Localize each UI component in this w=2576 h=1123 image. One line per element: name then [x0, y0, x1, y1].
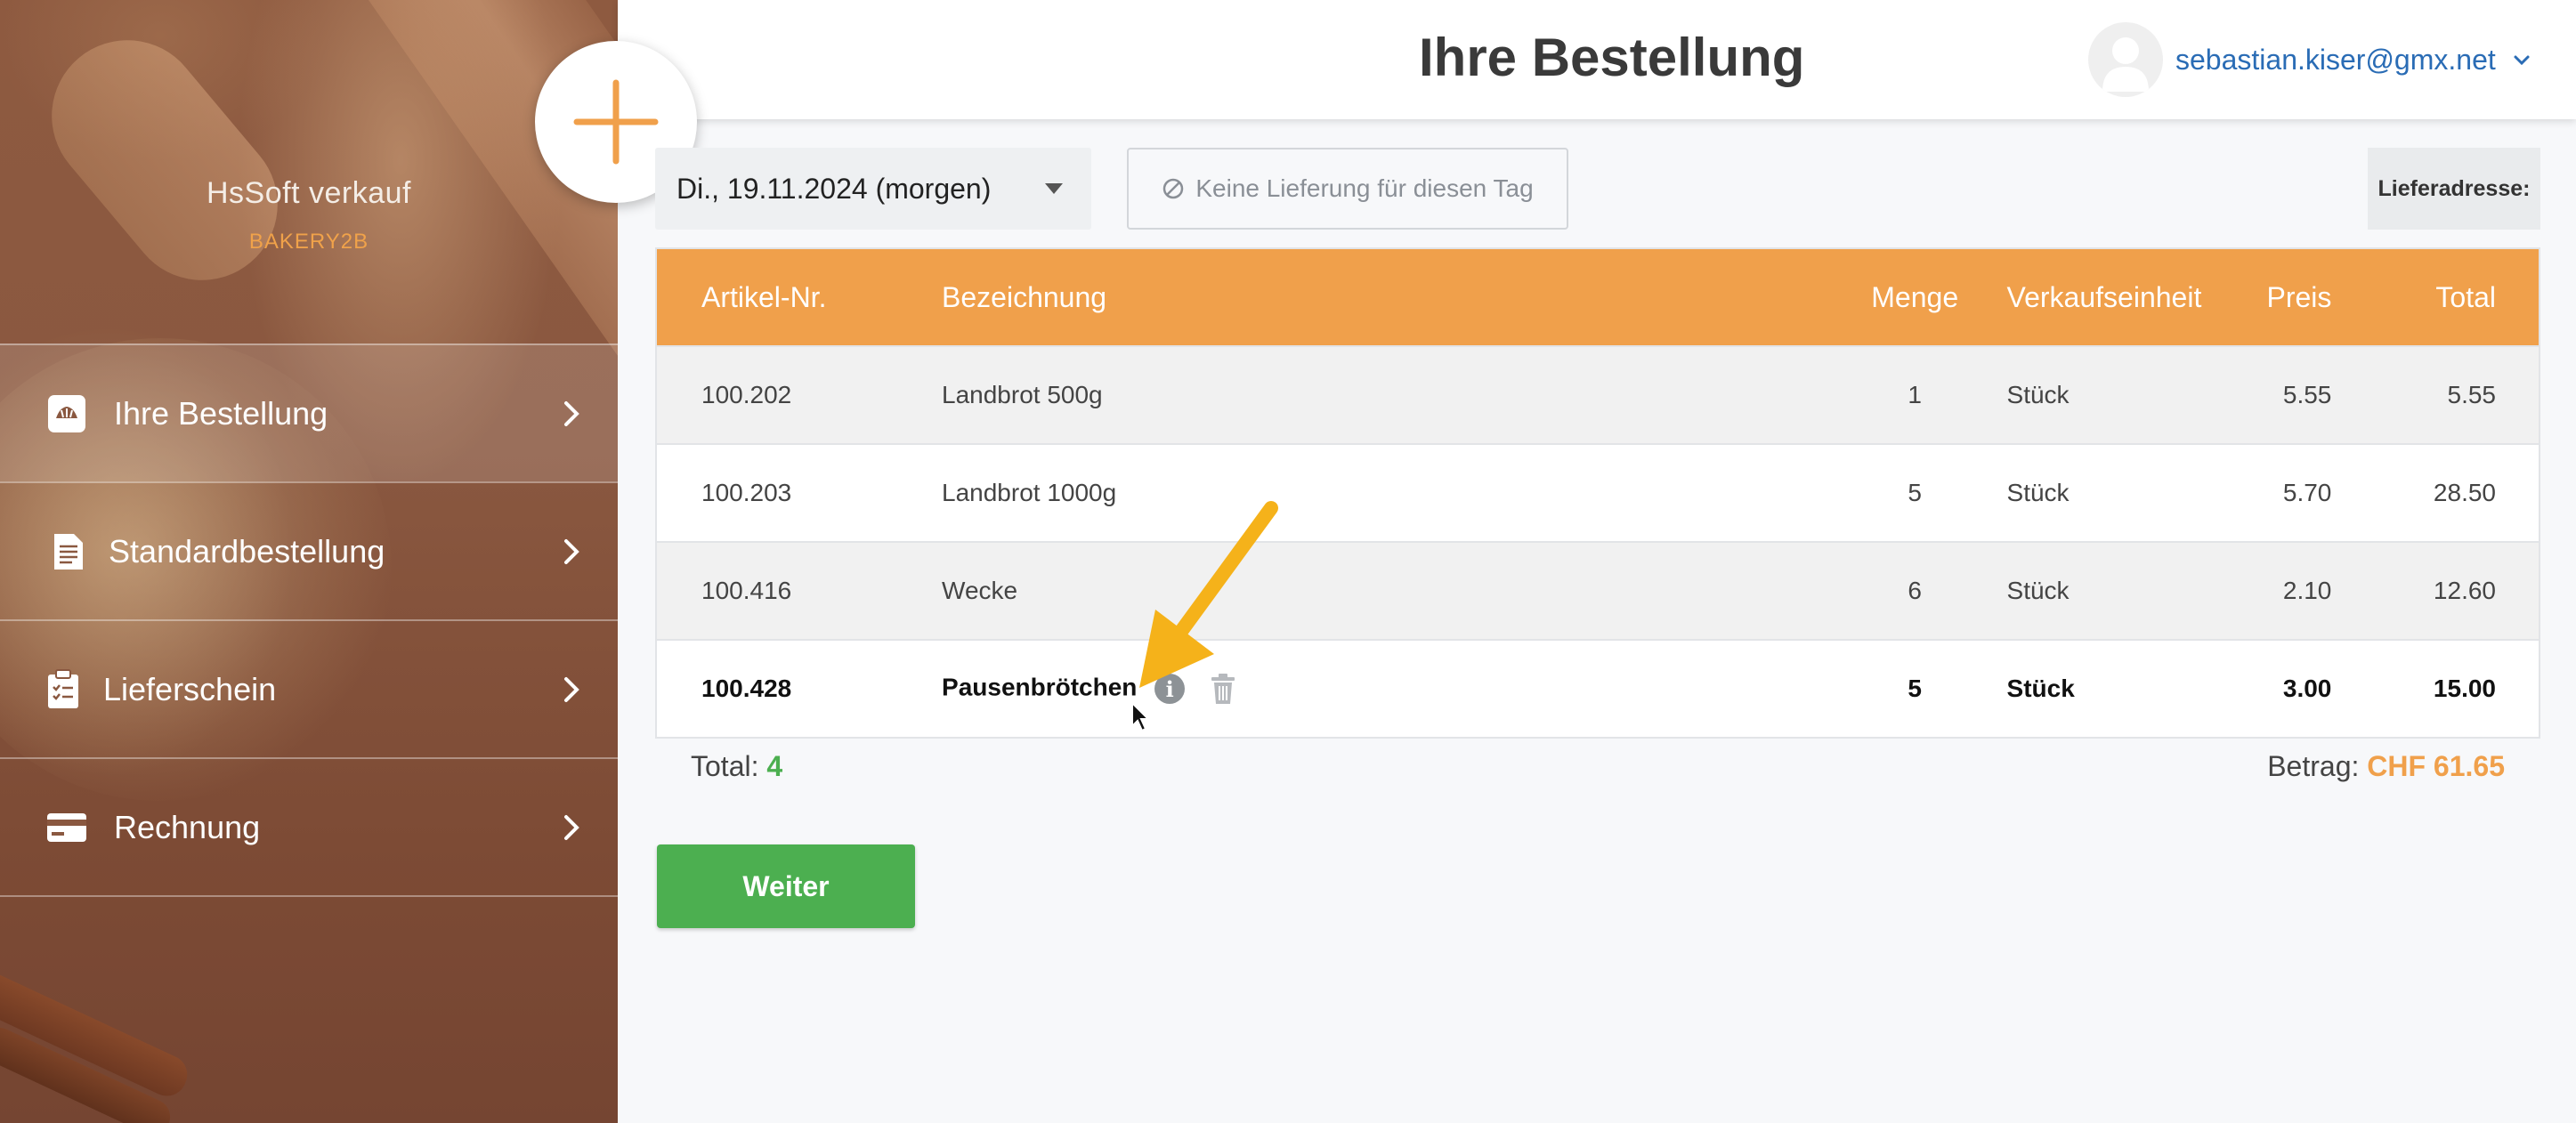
column-header-total[interactable]: Total: [2331, 248, 2540, 346]
table-row-selected[interactable]: 100.428 Pausenbrötchen i 5 Stück 3.00 15…: [656, 639, 2540, 738]
ban-icon: [1163, 178, 1184, 199]
cell-name-text: Pausenbrötchen: [942, 673, 1138, 701]
brand-subtitle: BAKERY2B: [248, 230, 369, 254]
delivery-address-label[interactable]: Lieferadresse:: [2368, 148, 2540, 230]
background-rolling-pin-handle: [20, 9, 309, 311]
sidebar-item-label: Lieferschein: [103, 670, 277, 707]
column-header-quantity[interactable]: Menge: [1852, 248, 1977, 346]
cell-name: Wecke: [942, 541, 1853, 640]
sidebar-item-rechnung[interactable]: Rechnung: [0, 757, 618, 897]
sidebar-item-label: Ihre Bestellung: [114, 394, 328, 432]
cell-quantity[interactable]: 5: [1852, 443, 1977, 542]
cell-unit: Stück: [1976, 345, 2190, 444]
sidebar-item-label: Standardbestellung: [109, 532, 385, 570]
sidebar-item-ihre-bestellung[interactable]: Ihre Bestellung: [0, 343, 618, 481]
sidebar-nav: Ihre Bestellung Standardbestellung Liefe…: [0, 343, 618, 897]
sidebar-item-standardbestellung[interactable]: Standardbestellung: [0, 481, 618, 619]
row-actions: i: [1154, 672, 1238, 706]
table-header-row: Artikel-Nr. Bezeichnung Menge Verkaufsei…: [656, 248, 2540, 346]
bakery-order-icon: [46, 393, 87, 434]
column-header-name[interactable]: Bezeichnung: [942, 248, 1853, 346]
sidebar-item-lieferschein[interactable]: Lieferschein: [0, 619, 618, 757]
plus-icon: [573, 79, 659, 165]
no-delivery-button[interactable]: Keine Lieferung für diesen Tag: [1127, 148, 1568, 230]
top-header: Ihre Bestellung sebastian.kiser@gmx.net: [618, 0, 2576, 119]
chevron-down-icon: [2514, 55, 2530, 66]
sidebar: HsSoft verkauf BAKERY2B Ihre Bestellung …: [0, 0, 618, 1123]
cell-unit: Stück: [1976, 541, 2190, 640]
cell-name: Landbrot 1000g: [942, 443, 1853, 542]
summary-amount-label: Betrag:: [2267, 750, 2360, 782]
chevron-right-icon: [564, 538, 579, 564]
cell-article-no: 100.203: [656, 443, 943, 542]
cell-unit: Stück: [1976, 443, 2190, 542]
cell-total: 28.50: [2331, 443, 2540, 542]
table-row[interactable]: 100.203 Landbrot 1000g 5 Stück 5.70 28.5…: [656, 443, 2540, 542]
mouse-pointer-icon: [1131, 701, 1151, 732]
user-email: sebastian.kiser@gmx.net: [2175, 43, 2496, 76]
order-table: Artikel-Nr. Bezeichnung Menge Verkaufsei…: [655, 247, 2540, 739]
clipboard-icon: [43, 668, 84, 710]
no-delivery-label: Keine Lieferung für diesen Tag: [1195, 174, 1534, 202]
summary-total-label: Total:: [691, 750, 759, 782]
sidebar-item-label: Rechnung: [114, 808, 261, 845]
user-placeholder-icon: [2102, 37, 2149, 92]
cell-total: 12.60: [2331, 541, 2540, 640]
dropdown-caret-icon: [1045, 183, 1063, 194]
table-row[interactable]: 100.416 Wecke 6 Stück 2.10 12.60: [656, 541, 2540, 640]
chevron-right-icon: [564, 400, 579, 426]
chevron-right-icon: [564, 814, 579, 840]
cell-price: 5.55: [2189, 345, 2332, 444]
summary-total-count: 4: [766, 750, 783, 782]
cell-price: 5.70: [2189, 443, 2332, 542]
avatar: [2088, 22, 2163, 97]
cell-article-no: 100.416: [656, 541, 943, 640]
chevron-right-icon: [564, 676, 579, 702]
cell-article-no: 100.428: [656, 639, 943, 738]
summary-amount-value: CHF 61.65: [2367, 750, 2505, 782]
user-menu[interactable]: sebastian.kiser@gmx.net: [2088, 20, 2531, 100]
cell-name: Landbrot 500g: [942, 345, 1853, 444]
trash-icon[interactable]: [1208, 672, 1238, 706]
summary-amount: Betrag: CHF 61.65: [2267, 750, 2505, 783]
summary-total: Total: 4: [691, 750, 782, 783]
cell-price: 3.00: [2189, 639, 2332, 738]
cell-quantity[interactable]: 1: [1852, 345, 1977, 444]
delivery-date-value: Di., 19.11.2024 (morgen): [676, 172, 992, 205]
column-header-price[interactable]: Preis: [2189, 248, 2332, 346]
cell-total: 15.00: [2331, 639, 2540, 738]
continue-button[interactable]: Weiter: [657, 844, 915, 928]
delivery-date-select[interactable]: Di., 19.11.2024 (morgen): [655, 148, 1091, 230]
cell-quantity[interactable]: 6: [1852, 541, 1977, 640]
table-row[interactable]: 100.202 Landbrot 500g 1 Stück 5.55 5.55: [656, 345, 2540, 444]
column-header-unit[interactable]: Verkaufseinheit: [1976, 248, 2201, 346]
page-title: Ihre Bestellung: [1419, 28, 1805, 87]
info-icon[interactable]: i: [1154, 674, 1186, 704]
brand-name: HsSoft verkauf: [207, 176, 411, 210]
column-header-article-no[interactable]: Artikel-Nr.: [656, 248, 943, 346]
cell-unit: Stück: [1976, 639, 2190, 738]
credit-card-icon: [46, 807, 87, 848]
cell-quantity[interactable]: 5: [1852, 639, 1977, 738]
document-icon: [48, 531, 89, 572]
cell-name: Pausenbrötchen i: [942, 639, 1853, 738]
cell-price: 2.10: [2189, 541, 2332, 640]
cell-total: 5.55: [2331, 345, 2540, 444]
cell-article-no: 100.202: [656, 345, 943, 444]
